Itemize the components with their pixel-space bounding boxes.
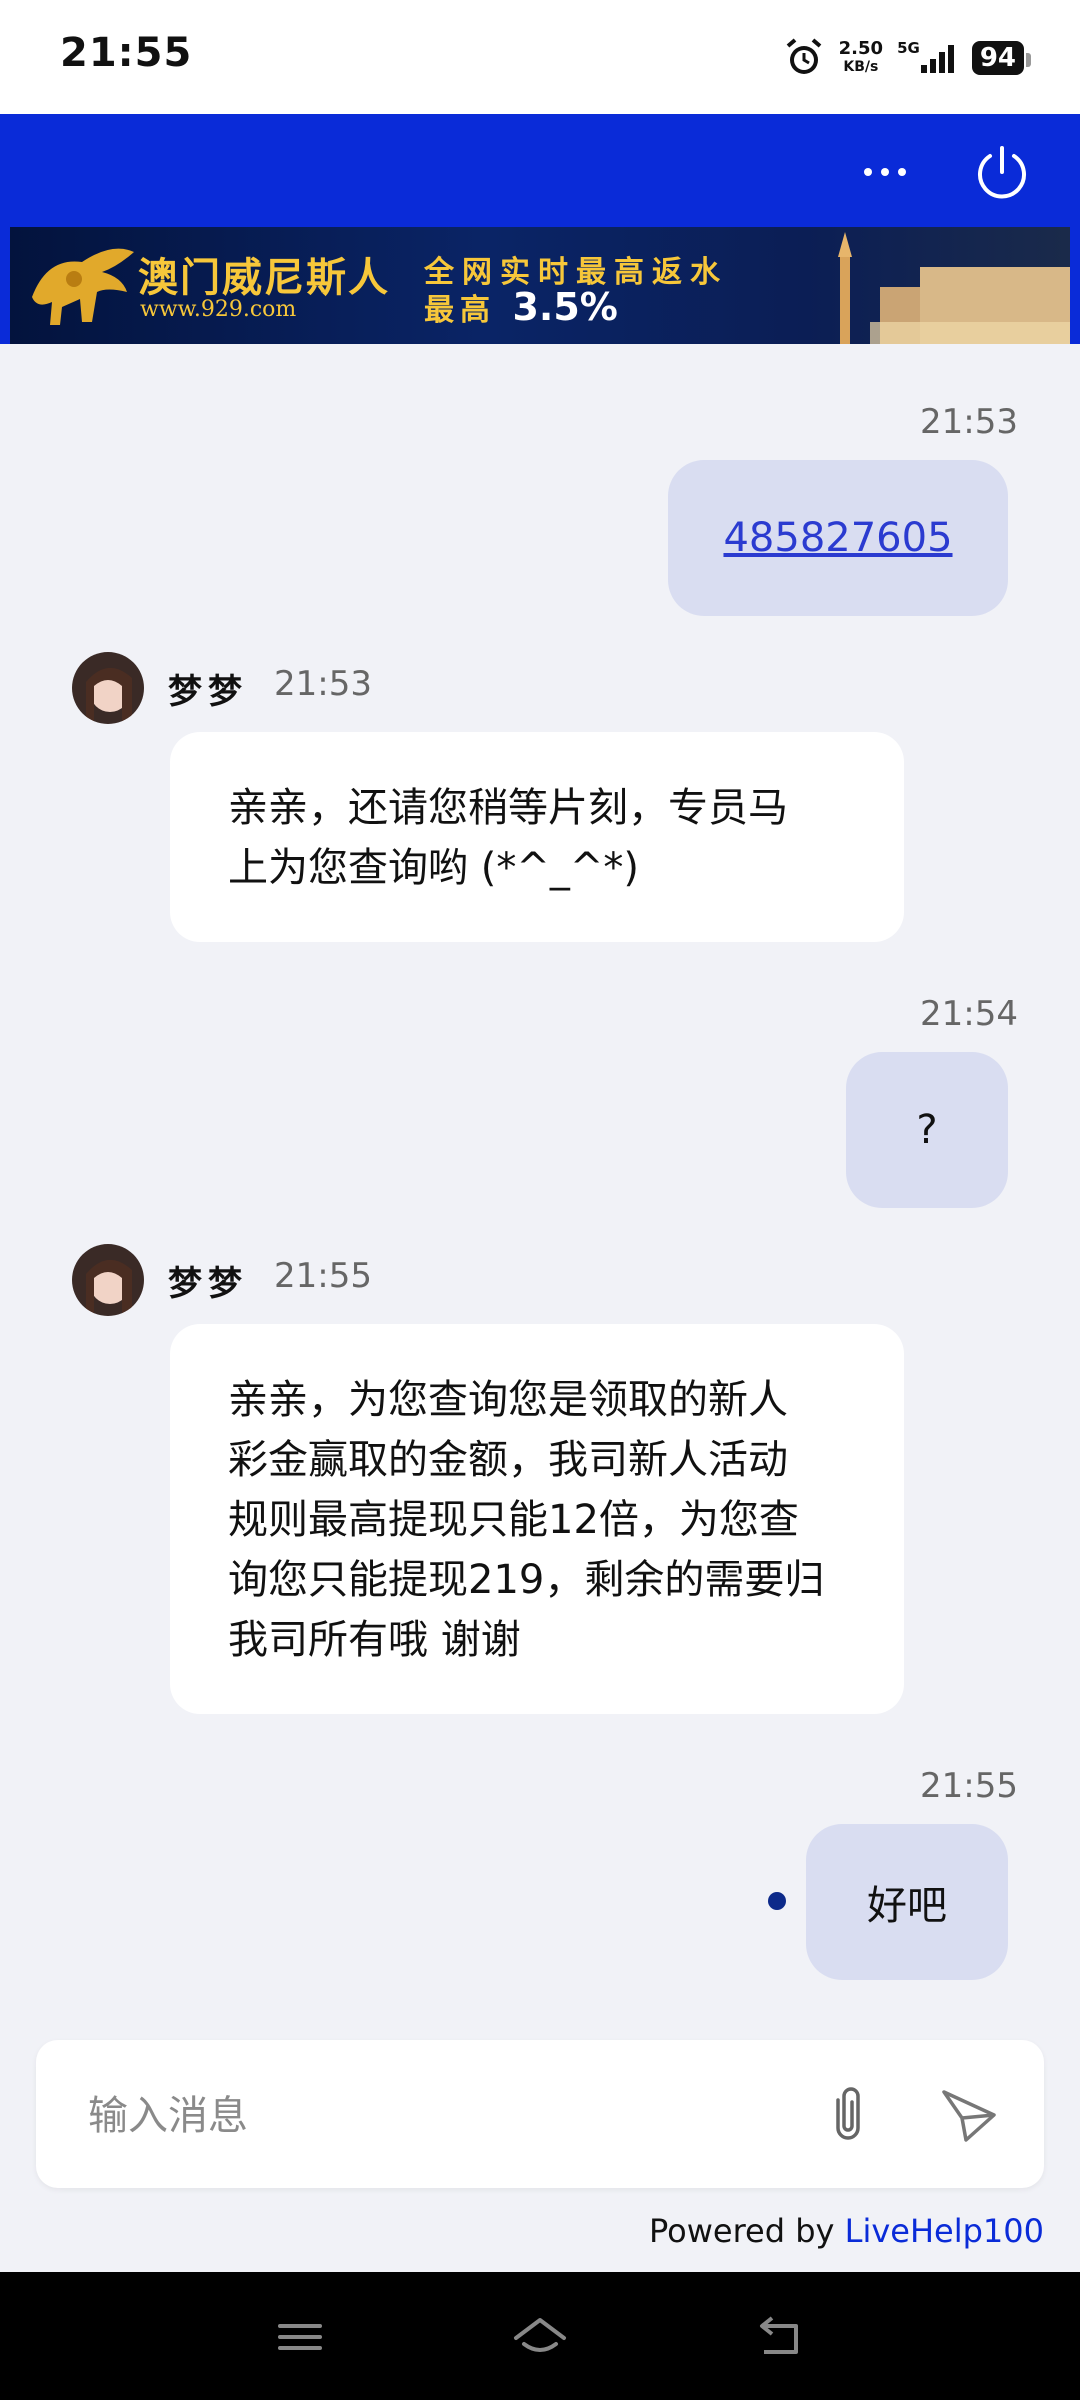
status-icons: 2.50 KB/s 5G 94: [783, 36, 1032, 80]
message-line: 规则最高提现只能12倍，为您查: [228, 1497, 799, 1543]
power-icon[interactable]: [970, 140, 1034, 204]
signal-icon: [920, 45, 954, 73]
banner-url: www.929.com: [140, 297, 297, 322]
network-speed-unit: KB/s: [843, 59, 879, 75]
agent-avatar: [72, 652, 144, 724]
winged-lion-logo-icon: [32, 248, 134, 325]
agent-name: 梦梦: [168, 672, 248, 712]
battery-level: 94: [979, 43, 1016, 73]
network-speed-value: 2.50: [838, 38, 884, 59]
promo-banner[interactable]: 澳门威尼斯人 www.929.com 全网实时最高返水 最高 3.5%: [10, 227, 1070, 344]
outgoing-message-bubble: 485827605: [668, 460, 1008, 616]
menu-icon[interactable]: [270, 2312, 330, 2362]
clock: 21:55: [60, 30, 193, 76]
message-line: 亲亲，还请您稍等片刻，专员马: [228, 785, 788, 831]
more-dot: [898, 168, 906, 176]
message-time: 21:55: [274, 1256, 372, 1296]
home-icon[interactable]: [510, 2312, 570, 2362]
more-dot: [881, 168, 889, 176]
message-time: 21:55: [920, 1766, 1018, 1806]
message-line: 彩金赢取的金额，我司新人活动: [228, 1437, 788, 1483]
message-line: 询您只能提现219，剩余的需要归: [228, 1557, 825, 1603]
outgoing-message-bubble: ?: [846, 1052, 1008, 1208]
message-line: 亲亲，为您查询您是领取的新人: [228, 1377, 788, 1423]
agent-name: 梦梦: [168, 1264, 248, 1304]
alarm-icon: [786, 38, 821, 74]
message-time: 21:53: [274, 664, 372, 704]
more-horizontal-icon: [864, 168, 872, 176]
system-navigation-bar: [0, 2272, 1080, 2400]
banner-rate-prefix: 最高: [424, 293, 496, 328]
powered-by: Powered by LiveHelp100: [649, 2212, 1044, 2250]
message-composer: [36, 2040, 1044, 2188]
incoming-message-bubble: 亲亲，还请您稍等片刻，专员马 上为您查询哟 (*^_^*): [170, 732, 904, 942]
more-options-button[interactable]: [850, 150, 920, 194]
banner-rate: 最高 3.5%: [424, 285, 618, 329]
powered-by-label: Powered by: [648, 2212, 835, 2250]
hotel-building-image: [838, 232, 1070, 344]
network-speed: 2.50 KB/s: [839, 40, 883, 76]
incoming-message-bubble: 亲亲，为您查询您是领取的新人 彩金赢取的金额，我司新人活动 规则最高提现只能12…: [170, 1324, 904, 1714]
livehelp-link[interactable]: LiveHelp100: [845, 2212, 1044, 2250]
banner-rate-value: 3.5%: [512, 285, 618, 329]
message-line: 我司所有哦 谢谢: [228, 1617, 521, 1663]
agent-avatar: [72, 1244, 144, 1316]
message-text: 亲亲，为您查询您是领取的新人 彩金赢取的金额，我司新人活动 规则最高提现只能12…: [228, 1370, 824, 1670]
back-icon[interactable]: [750, 2312, 810, 2362]
banner-brand: 澳门威尼斯人: [138, 255, 390, 301]
message-line: 上为您查询哟 (*^_^*): [228, 845, 639, 891]
message-link[interactable]: 485827605: [723, 515, 952, 561]
unread-dot-icon: [768, 1892, 786, 1910]
message-text: 好吧: [867, 1883, 947, 1929]
status-bar: 21:55 2.50 KB/s 5G 94: [0, 0, 1080, 114]
send-icon[interactable]: [936, 2082, 1002, 2148]
battery-icon: 94: [971, 41, 1032, 75]
message-text: 亲亲，还请您稍等片刻，专员马 上为您查询哟 (*^_^*): [228, 778, 788, 898]
outgoing-message-bubble: 好吧: [806, 1824, 1008, 1980]
message-time: 21:53: [920, 402, 1018, 442]
message-text: ?: [916, 1107, 938, 1153]
message-time: 21:54: [920, 994, 1018, 1034]
message-input[interactable]: [86, 2080, 770, 2152]
paperclip-icon[interactable]: [816, 2082, 880, 2146]
network-type: 5G: [897, 39, 920, 57]
